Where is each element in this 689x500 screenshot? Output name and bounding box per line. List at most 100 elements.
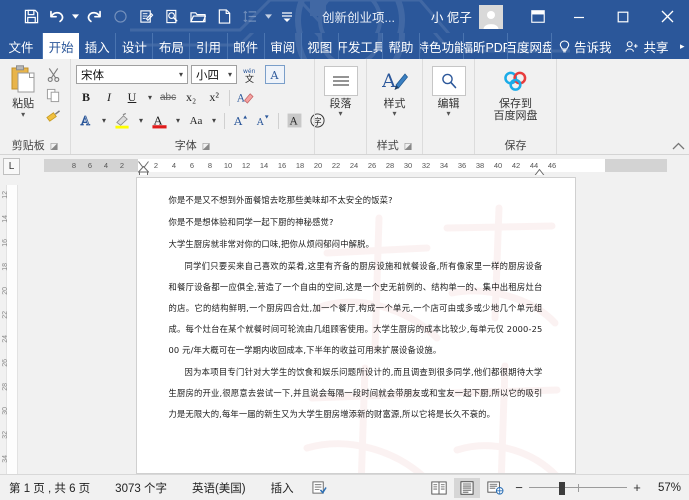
tab-baidu-netdisk[interactable]: 百度网盘 — [508, 33, 552, 59]
editing-button[interactable]: 编辑 ▾ — [428, 64, 469, 118]
page-indicator[interactable]: 第 1 页 , 共 6 页 — [0, 480, 99, 496]
font-color-dropdown-icon[interactable]: ▾ — [173, 111, 183, 130]
tab-home[interactable]: 开始 — [43, 33, 80, 59]
proofing-errors-icon[interactable] — [303, 480, 336, 495]
line-spacing-dropdown-icon[interactable] — [263, 14, 274, 19]
print-preview-icon[interactable] — [159, 4, 185, 30]
tab-stop-selector[interactable]: L — [3, 158, 20, 175]
text-effects-dropdown-icon[interactable]: ▾ — [99, 111, 109, 130]
tell-me-button[interactable]: 告诉我 — [552, 33, 619, 59]
ribbon-display-options-icon[interactable] — [519, 2, 557, 32]
document-paragraph[interactable]: 你是不是又不想到外面餐馆去吃那些美味却不太安全的饭菜? — [169, 190, 543, 211]
char-border-icon[interactable]: A — [265, 65, 285, 84]
change-case-dropdown-icon[interactable]: ▾ — [209, 111, 219, 130]
tab-view[interactable]: 视图 — [302, 33, 339, 59]
font-color-icon[interactable]: A — [149, 111, 170, 130]
change-case-button[interactable]: Aa — [186, 111, 206, 130]
clear-formatting-icon[interactable]: A — [235, 88, 256, 107]
tab-developer[interactable]: 开发工具 — [339, 33, 383, 59]
tab-review[interactable]: 审阅 — [265, 33, 302, 59]
zoom-percentage[interactable]: 57% — [647, 482, 681, 494]
vertical-ruler[interactable]: L 12 14 16 18 20 22 24 26 28 30 32 34 36 — [0, 155, 22, 474]
save-icon[interactable] — [18, 4, 44, 30]
minimize-button[interactable] — [557, 0, 601, 33]
tab-foxit-pdf[interactable]: 福昕PDF — [464, 33, 508, 59]
zoom-slider[interactable] — [529, 481, 627, 495]
language-indicator[interactable]: 英语(美国) — [176, 480, 255, 496]
user-name[interactable]: 小 伲子 — [431, 7, 472, 26]
highlight-color-icon[interactable] — [112, 111, 133, 130]
document-paragraph[interactable]: 大学生厨房就非常对你的口味,把你从烦闷郁闷中解脱。 — [169, 234, 543, 255]
circle-icon[interactable] — [107, 4, 133, 30]
view-print-layout-button[interactable] — [454, 477, 480, 498]
bold-button[interactable]: B — [76, 88, 96, 107]
paragraph-dropdown-icon[interactable]: ▾ — [338, 110, 342, 118]
paste-button[interactable]: 粘贴 ▾ — [5, 64, 41, 119]
word-count[interactable]: 3073 个字 — [99, 480, 176, 496]
shrink-font-icon[interactable]: A — [253, 111, 273, 130]
strikethrough-button[interactable]: abc — [158, 88, 178, 107]
copy-icon[interactable] — [42, 86, 64, 105]
insert-mode-indicator[interactable]: 插入 — [255, 480, 303, 496]
char-shading-icon[interactable]: A — [284, 111, 304, 130]
phonetic-guide-icon[interactable]: wén 文 — [240, 65, 262, 84]
font-dialog-launcher-icon[interactable]: ◪ — [202, 139, 211, 154]
underline-dropdown-icon[interactable]: ▾ — [145, 88, 155, 107]
paragraph-button[interactable]: 段落 ▾ — [320, 64, 361, 118]
redo-icon[interactable] — [81, 4, 107, 30]
tabstrip-overflow-icon[interactable]: ▸ — [675, 33, 688, 59]
horizontal-ruler[interactable]: 8 6 4 2 2 4 6 8 10 12 14 16 18 20 22 24 — [22, 155, 689, 177]
underline-button[interactable]: U — [122, 88, 142, 107]
highlight-dropdown-icon[interactable]: ▾ — [136, 111, 146, 130]
document-paragraph[interactable]: 因为本项目专门针对大学生的饮食和娱乐问题所设计的,而且调查到很多同学,他们都很期… — [169, 362, 543, 425]
tab-layout[interactable]: 布局 — [153, 33, 191, 59]
document-canvas[interactable]: 你是不是又不想到外面餐馆去吃那些美味却不太安全的饭菜? 你是不是想体验和同学一起… — [22, 175, 689, 474]
customize-qat-icon[interactable] — [274, 4, 300, 30]
tab-references[interactable]: 引用 — [190, 33, 228, 59]
tab-help[interactable]: 帮助 — [383, 33, 420, 59]
tab-file[interactable]: 文件 — [0, 33, 44, 59]
tab-features[interactable]: 特色功能 — [420, 33, 464, 59]
styles-dialog-launcher-icon[interactable]: ◪ — [404, 139, 413, 154]
paste-dropdown-icon[interactable]: ▾ — [21, 111, 25, 119]
share-button[interactable]: 共享 — [618, 33, 675, 59]
font-name-combo[interactable]: 宋体 ▾ — [76, 65, 188, 84]
new-document-icon[interactable] — [211, 4, 237, 30]
cut-icon[interactable] — [42, 65, 64, 84]
tab-design[interactable]: 设计 — [116, 33, 154, 59]
view-read-mode-button[interactable] — [426, 478, 452, 498]
undo-dropdown-icon[interactable] — [70, 14, 81, 19]
clipboard-dialog-launcher-icon[interactable]: ◪ — [50, 139, 59, 154]
italic-button[interactable]: I — [99, 88, 119, 107]
chevron-down-icon[interactable]: ▾ — [226, 70, 234, 79]
document-paragraph[interactable]: 同学们只要买来自己喜欢的菜肴,这里有齐备的厨房设施和就餐设备,所有像家里一样的厨… — [169, 256, 543, 361]
view-web-layout-button[interactable] — [482, 478, 508, 498]
tab-mailings[interactable]: 邮件 — [228, 33, 265, 59]
line-spacing-icon[interactable] — [237, 4, 263, 30]
zoom-out-button[interactable]: − — [513, 480, 525, 495]
chevron-down-icon[interactable]: ▾ — [177, 70, 185, 79]
styles-dropdown-icon[interactable]: ▾ — [392, 110, 396, 118]
zoom-slider-thumb[interactable] — [559, 481, 565, 495]
font-size-combo[interactable]: 小四 ▾ — [191, 65, 237, 84]
text-effects-icon[interactable]: A — [76, 111, 96, 130]
document-page[interactable]: 你是不是又不想到外面餐馆去吃那些美味却不太安全的饭菜? 你是不是想体验和同学一起… — [135, 177, 576, 474]
close-button[interactable] — [645, 0, 689, 33]
maximize-button[interactable] — [601, 0, 645, 33]
format-painter-icon[interactable] — [42, 107, 64, 126]
edit-document-icon[interactable] — [133, 4, 159, 30]
grow-font-icon[interactable]: A — [230, 111, 250, 130]
subscript-button[interactable]: x₂ — [181, 88, 201, 107]
undo-icon[interactable] — [44, 4, 70, 30]
save-to-baidu-netdisk-button[interactable]: 保存到 百度网盘 — [480, 64, 551, 122]
avatar[interactable] — [478, 4, 503, 29]
superscript-button[interactable]: x² — [204, 88, 224, 107]
hruler-tick: 6 — [87, 161, 93, 170]
open-folder-icon[interactable] — [185, 4, 211, 30]
document-paragraph[interactable]: 你是不是想体验和同学一起下厨的神秘感觉? — [169, 212, 543, 233]
collapse-ribbon-icon[interactable] — [672, 142, 685, 152]
zoom-in-button[interactable]: + — [631, 480, 643, 495]
tab-insert[interactable]: 插入 — [79, 33, 117, 59]
editing-dropdown-icon[interactable]: ▾ — [446, 110, 450, 118]
styles-button[interactable]: A 样式 ▾ — [372, 64, 417, 118]
